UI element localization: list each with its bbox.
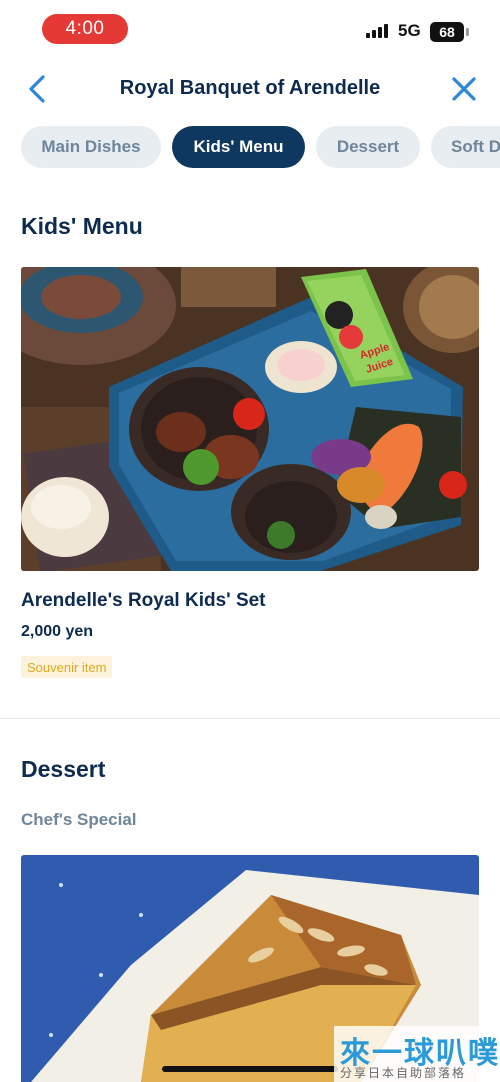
home-indicator bbox=[162, 1066, 338, 1072]
battery-tip bbox=[466, 28, 469, 36]
watermark-sub: 分享日本自助部落格 bbox=[340, 1066, 467, 1080]
tab-main-dishes[interactable]: Main Dishes bbox=[21, 126, 161, 168]
category-tabs: Main Dishes Kids' Menu Dessert Soft D bbox=[0, 126, 500, 170]
cellular-signal-icon bbox=[366, 24, 392, 38]
souvenir-badge: Souvenir item bbox=[21, 656, 113, 678]
back-button[interactable] bbox=[22, 72, 52, 106]
tab-soft-drinks[interactable]: Soft D bbox=[431, 126, 500, 168]
chevron-left-icon bbox=[29, 75, 45, 103]
status-bar: 4:00 5G 68 bbox=[0, 0, 500, 56]
tab-kids-menu[interactable]: Kids' Menu bbox=[172, 126, 305, 168]
watermark-logo: 來一球叭噗 分享日本自助部落格 bbox=[334, 1026, 500, 1082]
section-heading-dessert: Dessert bbox=[21, 756, 106, 782]
subheading-chefs-special: Chef's Special bbox=[21, 810, 137, 829]
battery-level: 68 bbox=[439, 24, 455, 40]
tab-dessert[interactable]: Dessert bbox=[316, 126, 420, 168]
kids-set-photo[interactable]: Apple Juice bbox=[21, 267, 479, 571]
close-icon bbox=[452, 77, 476, 101]
battery-icon: 68 bbox=[430, 22, 464, 42]
section-heading-kids-menu: Kids' Menu bbox=[21, 213, 143, 239]
close-button[interactable] bbox=[448, 72, 480, 106]
page-title: Royal Banquet of Arendelle bbox=[119, 77, 381, 99]
section-divider bbox=[0, 718, 500, 719]
item-name[interactable]: Arendelle's Royal Kids' Set bbox=[21, 590, 266, 612]
item-price: 2,000 yen bbox=[21, 623, 94, 640]
network-type: 5G bbox=[398, 21, 421, 40]
nav-header: Royal Banquet of Arendelle bbox=[0, 64, 500, 114]
status-time: 4:00 bbox=[42, 14, 128, 44]
